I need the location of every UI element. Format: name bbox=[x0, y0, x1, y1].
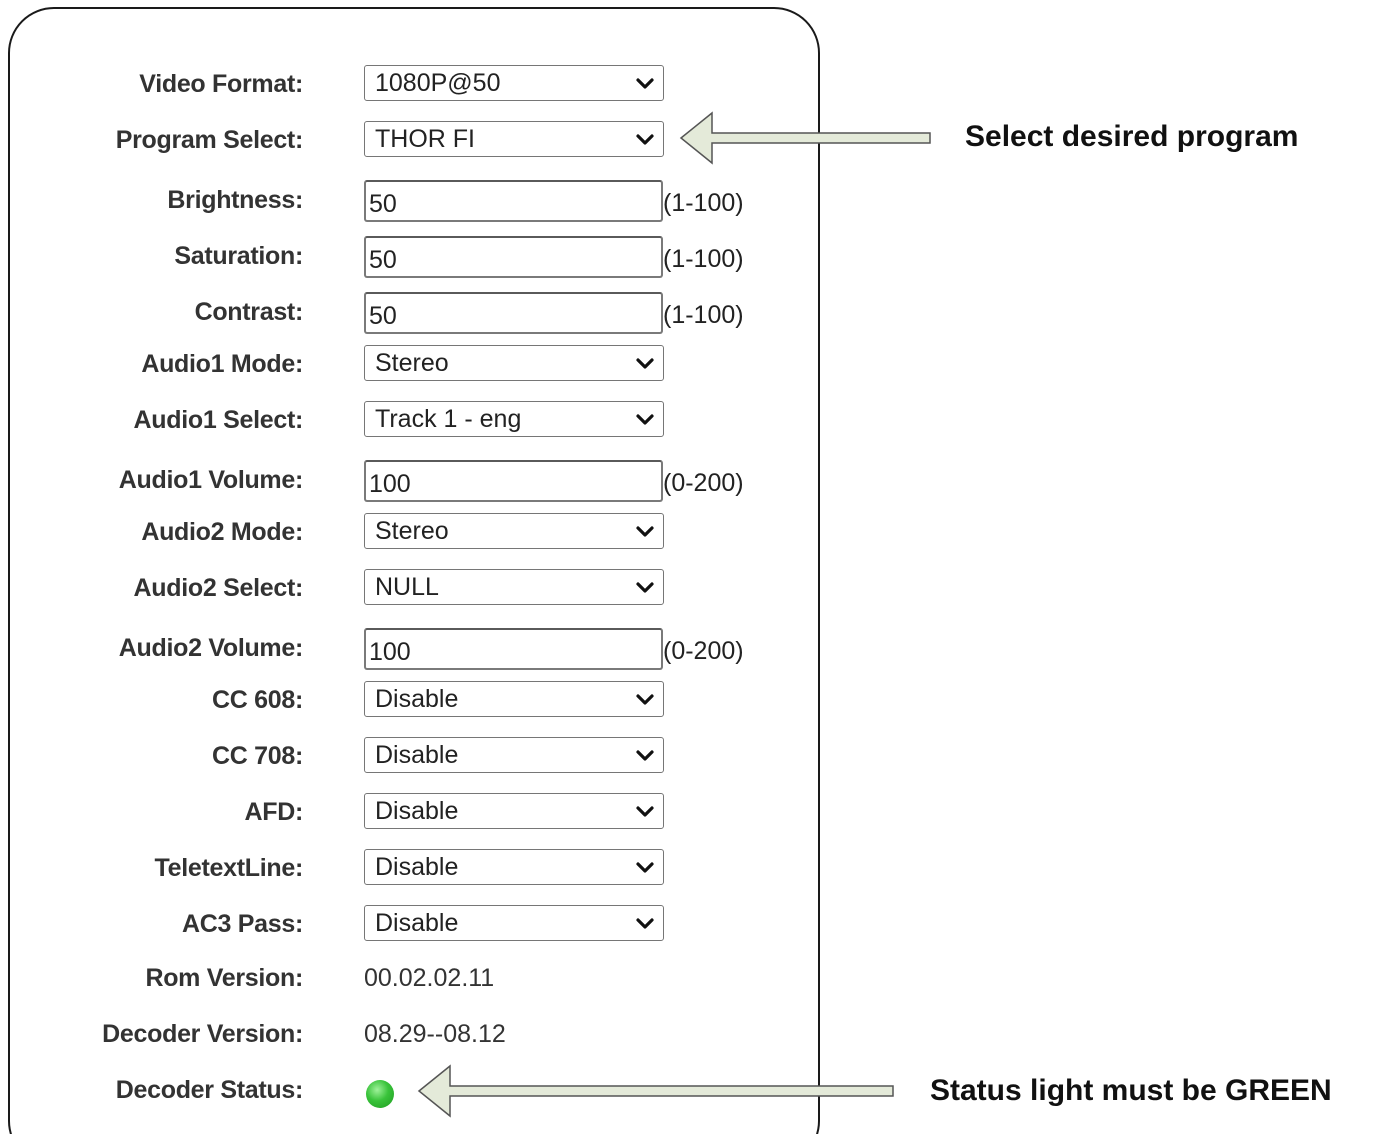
audio2-select-select[interactable]: NULL bbox=[364, 569, 664, 605]
chevron-down-icon bbox=[635, 804, 655, 820]
audio2-volume-input[interactable]: 100 bbox=[364, 628, 663, 670]
contrast-input[interactable]: 50 bbox=[364, 292, 663, 334]
chevron-down-icon bbox=[635, 860, 655, 876]
row-afd: AFD: Disable bbox=[0, 792, 820, 832]
audio1-volume-range-hint: (0-200) bbox=[663, 469, 744, 497]
chevron-down-icon bbox=[635, 76, 655, 92]
video-format-select[interactable]: 1080P@50 bbox=[364, 65, 664, 101]
decoder-status-label: Decoder Status: bbox=[115, 1076, 304, 1104]
row-video-format: Video Format: 1080P@50 bbox=[0, 64, 820, 104]
chevron-down-icon bbox=[635, 132, 655, 148]
saturation-range-hint: (1-100) bbox=[663, 245, 744, 273]
row-brightness: Brightness: 50 (1-100) bbox=[0, 180, 820, 222]
cc-708-label: CC 708: bbox=[212, 742, 303, 770]
audio2-mode-label: Audio2 Mode: bbox=[141, 518, 303, 546]
saturation-input[interactable]: 50 bbox=[364, 236, 663, 278]
audio1-volume-input-value: 100 bbox=[369, 470, 411, 498]
row-ac3-pass: AC3 Pass: Disable bbox=[0, 904, 820, 944]
audio1-mode-label: Audio1 Mode: bbox=[141, 350, 303, 378]
brightness-input[interactable]: 50 bbox=[364, 180, 663, 222]
ac3-pass-select-value: Disable bbox=[375, 909, 459, 937]
rom-version-value: 00.02.02.11 bbox=[364, 964, 495, 992]
row-cc-608: CC 608: Disable bbox=[0, 680, 820, 720]
chevron-down-icon bbox=[635, 580, 655, 596]
row-audio1-volume: Audio1 Volume: 100 (0-200) bbox=[0, 460, 820, 502]
audio2-volume-label: Audio2 Volume: bbox=[118, 634, 304, 662]
chevron-down-icon bbox=[635, 524, 655, 540]
row-decoder-version: Decoder Version: 08.29--08.12 bbox=[0, 1014, 820, 1054]
teletextline-select-value: Disable bbox=[375, 853, 459, 881]
audio2-select-label: Audio2 Select: bbox=[133, 574, 304, 602]
decoder-version-label: Decoder Version: bbox=[102, 1020, 303, 1048]
cc-608-select[interactable]: Disable bbox=[364, 681, 664, 717]
row-cc-708: CC 708: Disable bbox=[0, 736, 820, 776]
chevron-down-icon bbox=[635, 692, 655, 708]
audio2-mode-select-value: Stereo bbox=[375, 517, 449, 545]
row-rom-version: Rom Version: 00.02.02.11 bbox=[0, 958, 820, 998]
afd-select[interactable]: Disable bbox=[364, 793, 664, 829]
row-audio2-mode: Audio2 Mode: Stereo bbox=[0, 512, 820, 552]
saturation-label: Saturation: bbox=[174, 242, 303, 270]
ac3-pass-select[interactable]: Disable bbox=[364, 905, 664, 941]
chevron-down-icon bbox=[635, 748, 655, 764]
audio1-volume-label: Audio1 Volume: bbox=[118, 466, 304, 494]
audio2-mode-select[interactable]: Stereo bbox=[364, 513, 664, 549]
decoder-version-value: 08.29--08.12 bbox=[364, 1020, 506, 1048]
audio1-volume-input[interactable]: 100 bbox=[364, 460, 663, 502]
audio1-select-select[interactable]: Track 1 - eng bbox=[364, 401, 664, 437]
contrast-label: Contrast: bbox=[194, 298, 304, 326]
afd-label: AFD: bbox=[244, 798, 303, 826]
row-audio1-select: Audio1 Select: Track 1 - eng bbox=[0, 400, 820, 440]
program-select-label: Program Select: bbox=[115, 126, 304, 154]
status-note: Status light must be GREEN bbox=[930, 1074, 1332, 1107]
row-contrast: Contrast: 50 (1-100) bbox=[0, 292, 820, 334]
row-program-select: Program Select: THOR FI bbox=[0, 120, 820, 160]
chevron-down-icon bbox=[635, 412, 655, 428]
audio2-volume-input-value: 100 bbox=[369, 638, 411, 666]
row-audio2-select: Audio2 Select: NULL bbox=[0, 568, 820, 608]
program-note: Select desired program bbox=[965, 120, 1299, 153]
contrast-range-hint: (1-100) bbox=[663, 301, 744, 329]
contrast-input-value: 50 bbox=[369, 302, 397, 330]
chevron-down-icon bbox=[635, 916, 655, 932]
row-teletextline: TeletextLine: Disable bbox=[0, 848, 820, 888]
program-select-select[interactable]: THOR FI bbox=[364, 121, 664, 157]
cc-708-select-value: Disable bbox=[375, 741, 459, 769]
audio1-select-select-value: Track 1 - eng bbox=[375, 405, 522, 433]
teletextline-select[interactable]: Disable bbox=[364, 849, 664, 885]
brightness-label: Brightness: bbox=[167, 186, 303, 214]
brightness-input-value: 50 bbox=[369, 190, 397, 218]
ac3-pass-label: AC3 Pass: bbox=[182, 910, 303, 938]
status-light-icon bbox=[366, 1080, 394, 1108]
audio1-mode-select[interactable]: Stereo bbox=[364, 345, 664, 381]
row-decoder-status: Decoder Status: bbox=[0, 1070, 820, 1110]
brightness-range-hint: (1-100) bbox=[663, 189, 744, 217]
rom-version-label: Rom Version: bbox=[145, 964, 303, 992]
row-saturation: Saturation: 50 (1-100) bbox=[0, 236, 820, 278]
chevron-down-icon bbox=[635, 356, 655, 372]
decoder-settings-screenshot: Video Format: 1080P@50 Program Select: THOR… bbox=[0, 0, 1375, 1134]
teletextline-label: TeletextLine: bbox=[154, 854, 304, 882]
cc-608-select-value: Disable bbox=[375, 685, 459, 713]
row-audio1-mode: Audio1 Mode: Stereo bbox=[0, 344, 820, 384]
cc-608-label: CC 608: bbox=[212, 686, 303, 714]
cc-708-select[interactable]: Disable bbox=[364, 737, 664, 773]
program-select-select-value: THOR FI bbox=[375, 125, 475, 153]
audio1-select-label: Audio1 Select: bbox=[133, 406, 304, 434]
audio1-mode-select-value: Stereo bbox=[375, 349, 449, 377]
audio2-select-select-value: NULL bbox=[375, 573, 439, 601]
audio2-volume-range-hint: (0-200) bbox=[663, 637, 744, 665]
row-audio2-volume: Audio2 Volume: 100 (0-200) bbox=[0, 628, 820, 670]
saturation-input-value: 50 bbox=[369, 246, 397, 274]
video-format-label: Video Format: bbox=[139, 70, 303, 98]
afd-select-value: Disable bbox=[375, 797, 459, 825]
video-format-select-value: 1080P@50 bbox=[375, 69, 501, 97]
